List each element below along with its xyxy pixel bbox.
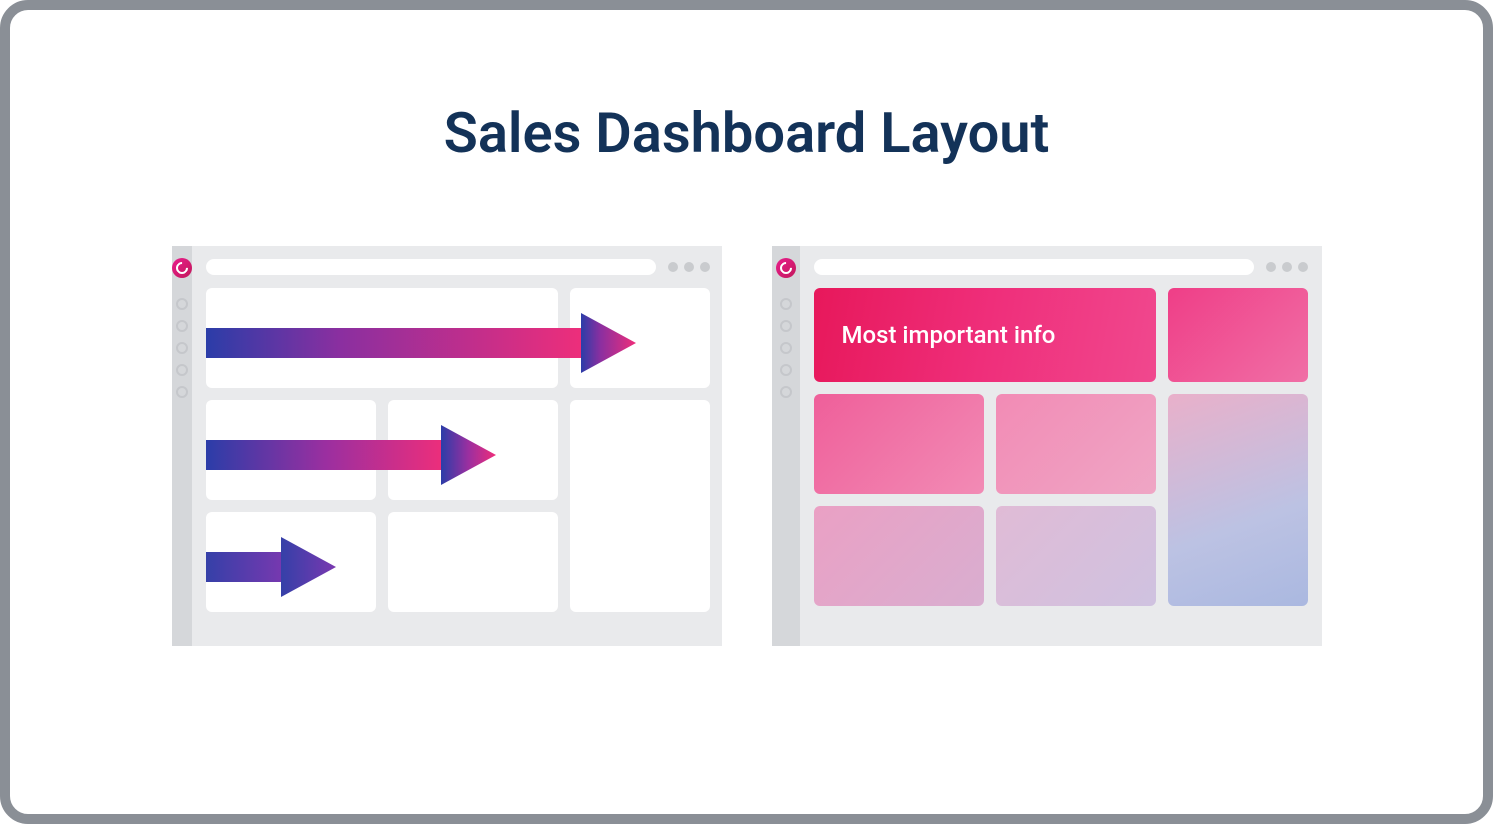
card-placeholder — [206, 400, 376, 500]
layout-grid: Most important info — [814, 288, 1308, 632]
logo-icon — [172, 258, 192, 278]
layout-grid — [206, 288, 710, 632]
card-placeholder — [388, 512, 558, 612]
window-controls-icon — [1266, 262, 1308, 272]
window-sidebar — [172, 246, 192, 646]
window-topbar — [800, 246, 1322, 288]
card-placeholder — [206, 512, 376, 612]
sidebar-dot-icon — [176, 364, 188, 376]
window-content: Most important info — [800, 288, 1322, 646]
card-placeholder — [388, 400, 558, 500]
sidebar-dot-icon — [780, 298, 792, 310]
address-bar — [814, 259, 1254, 275]
logo-icon — [776, 258, 796, 278]
window-topbar — [192, 246, 724, 288]
tile-tertiary — [996, 506, 1156, 606]
address-bar — [206, 259, 656, 275]
diagram-frame: Sales Dashboard Layout — [0, 0, 1493, 824]
sidebar-dot-icon — [176, 320, 188, 332]
card-placeholder — [570, 288, 710, 388]
tile-hero-label: Most important info — [842, 321, 1056, 349]
tile-secondary — [1168, 288, 1308, 382]
sidebar-dot-icon — [176, 342, 188, 354]
layout-window-left — [172, 246, 722, 646]
tile-most-important: Most important info — [814, 288, 1156, 382]
tile-tertiary — [814, 506, 984, 606]
layout-window-right: Most important info — [772, 246, 1322, 646]
sidebar-dot-icon — [780, 342, 792, 354]
page-title: Sales Dashboard Layout — [444, 100, 1050, 166]
window-body: Most important info — [800, 246, 1322, 646]
sidebar-dot-icon — [780, 320, 792, 332]
sidebar-dot-icon — [176, 298, 188, 310]
tile-tertiary — [814, 394, 984, 494]
sidebar-dot-icon — [780, 386, 792, 398]
panels-row: Most important info — [172, 246, 1322, 646]
window-controls-icon — [668, 262, 710, 272]
window-sidebar — [772, 246, 800, 646]
window-body — [192, 246, 724, 646]
tile-tertiary — [996, 394, 1156, 494]
window-content — [192, 288, 724, 646]
card-placeholder — [206, 288, 558, 388]
tile-least-important — [1168, 394, 1308, 606]
card-placeholder — [570, 400, 710, 612]
sidebar-dot-icon — [176, 386, 188, 398]
sidebar-dot-icon — [780, 364, 792, 376]
